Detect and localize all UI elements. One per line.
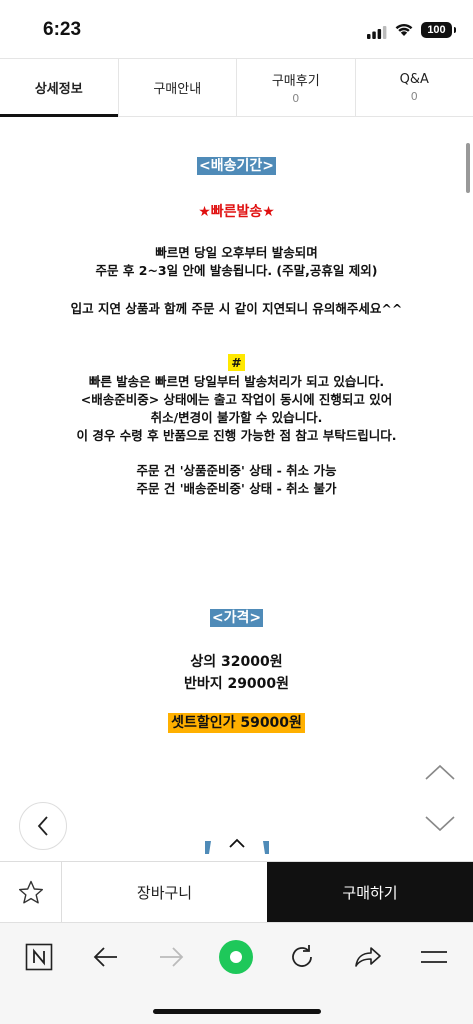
price-heading: <가격> <box>209 609 264 627</box>
price-bottom: 반바지 29000원 <box>183 676 290 692</box>
naver-n-icon <box>25 943 53 971</box>
tab-label: Q&A <box>399 72 429 87</box>
wifi-icon <box>394 21 414 41</box>
price-top: 상의 32000원 <box>190 654 283 670</box>
reload-icon <box>292 945 312 967</box>
browser-toolbar <box>0 922 473 1024</box>
naver-home-button[interactable] <box>19 937 59 977</box>
purchase-action-bar: 장바구니 구매하기 <box>0 861 473 922</box>
hash-mark: # <box>228 354 245 371</box>
tab-count: 0 <box>410 90 418 103</box>
chevron-down-icon <box>425 816 455 832</box>
cellular-signal-icon <box>367 24 387 43</box>
star-icon <box>18 880 43 903</box>
note-text-1: 빠른 발송은 빠르면 당일부터 발송처리가 되고 있습니다. <box>88 374 385 389</box>
scrollbar[interactable] <box>466 143 470 193</box>
browser-back-button[interactable] <box>86 937 126 977</box>
status-bar: 6:23 100 <box>0 0 473 58</box>
tab-count: 0 <box>292 92 300 105</box>
tab-label: 구매안내 <box>153 82 202 97</box>
share-button[interactable] <box>348 937 388 977</box>
tab-qna[interactable]: Q&A 0 <box>356 59 473 116</box>
scroll-down-button[interactable] <box>424 815 456 837</box>
browser-forward-button[interactable] <box>151 937 191 977</box>
note-text-4: 이 경우 수령 후 반품으로 진행 가능한 점 참고 부탁드립니다. <box>76 428 397 443</box>
cancel-text-2: 주문 건 '배송준비중' 상태 - 취소 불가 <box>136 481 337 496</box>
ship-text-3: 입고 지연 상품과 함께 주문 시 같이 지연되니 유의해주세요^^ <box>70 301 403 316</box>
green-dot-button[interactable] <box>216 937 256 977</box>
chevron-up-icon <box>425 764 455 780</box>
arrow-left-icon <box>93 947 117 967</box>
menu-button[interactable] <box>414 937 454 977</box>
ship-text-1: 빠르면 당일 오후부터 발송되며 <box>155 245 318 260</box>
scroll-up-button[interactable] <box>424 763 456 785</box>
detail-tabs: 상세정보 구매안내 구매후기 0 Q&A 0 <box>0 58 473 117</box>
back-floating-button[interactable] <box>19 802 67 850</box>
chevron-left-icon <box>37 816 48 836</box>
collapse-panel-handle[interactable] <box>205 834 269 854</box>
product-detail-content: <배송기간> ★빠른발송★ 빠르면 당일 오후부터 발송되며 주문 후 2~3일… <box>0 117 473 862</box>
tab-label: 상세정보 <box>34 82 83 97</box>
buy-now-button[interactable]: 구매하기 <box>267 862 473 922</box>
tab-reviews[interactable]: 구매후기 0 <box>237 59 356 116</box>
status-time: 6:23 <box>43 19 82 40</box>
note-text-2: <배송준비중> 상태에는 출고 작업이 동시에 진행되고 있어 <box>80 392 393 407</box>
tab-detail-info[interactable]: 상세정보 <box>0 59 119 117</box>
green-dot-icon <box>219 940 253 974</box>
arrow-right-icon <box>160 947 184 967</box>
home-indicator <box>153 1009 321 1014</box>
set-price: 셋트할인가 59000원 <box>168 713 305 733</box>
reload-button[interactable] <box>282 937 322 977</box>
note-text-3: 취소/변경이 불가할 수 있습니다. <box>150 410 323 425</box>
tab-label: 구매후기 <box>271 74 320 89</box>
ship-text-2: 주문 후 2~3일 안에 발송됩니다. (주말,공휴일 제외) <box>95 263 378 278</box>
share-arrow-icon <box>355 947 381 967</box>
add-to-cart-button[interactable]: 장바구니 <box>62 862 267 922</box>
fast-shipping-title: ★빠른발송★ <box>198 204 275 220</box>
shipping-heading: <배송기간> <box>197 157 276 175</box>
cancel-text-1: 주문 건 '상품준비중' 상태 - 취소 가능 <box>136 463 337 478</box>
tab-purchase-guide[interactable]: 구매안내 <box>119 59 237 116</box>
wishlist-button[interactable] <box>0 862 62 922</box>
battery-icon: 100 <box>421 22 456 38</box>
hamburger-menu-icon <box>421 951 447 963</box>
